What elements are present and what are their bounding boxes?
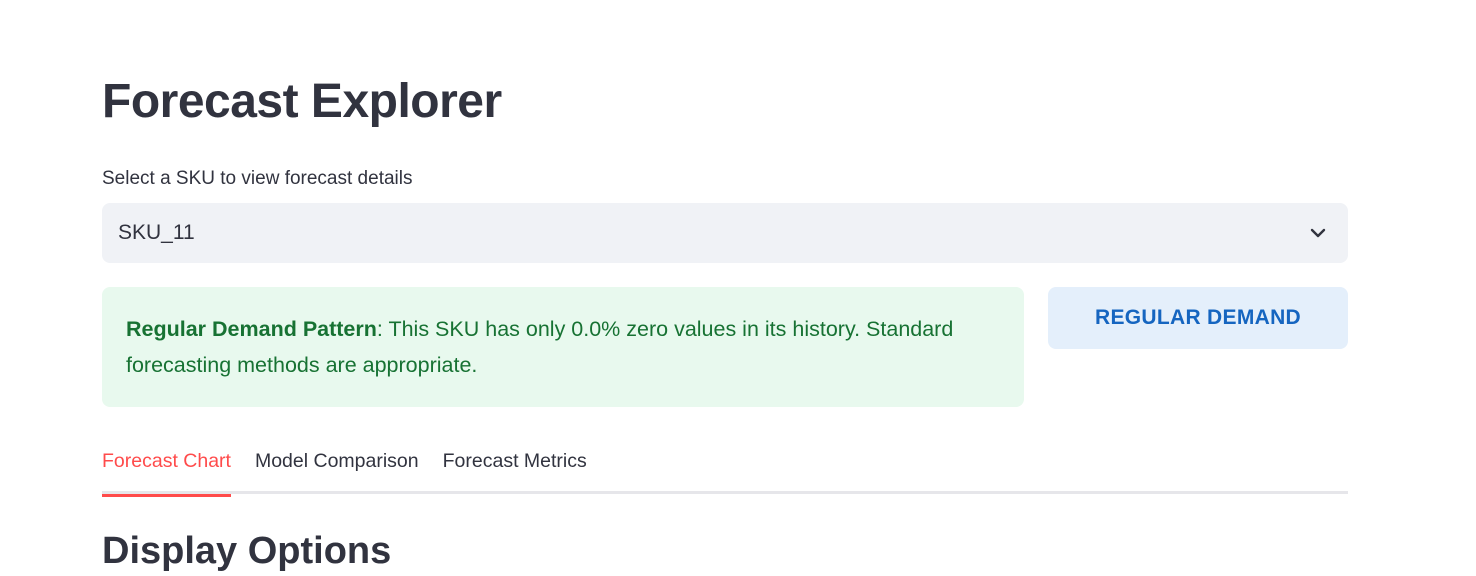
chevron-down-icon[interactable] <box>1304 219 1332 247</box>
tab-bar: Forecast Chart Model Comparison Forecast… <box>102 438 1348 497</box>
demand-pattern-alert: Regular Demand Pattern: This SKU has onl… <box>102 287 1024 407</box>
sku-select-value: SKU_11 <box>118 221 195 244</box>
display-options-heading: Display Options <box>102 530 392 572</box>
alert-title: Regular Demand Pattern <box>126 317 377 341</box>
page: Forecast Explorer Select a SKU to view f… <box>0 0 1476 576</box>
page-title: Forecast Explorer <box>102 75 502 128</box>
sku-select-label: Select a SKU to view forecast details <box>102 168 413 189</box>
tab-forecast-metrics[interactable]: Forecast Metrics <box>443 438 587 494</box>
tab-forecast-chart[interactable]: Forecast Chart <box>102 438 231 497</box>
sku-select[interactable]: SKU_11 <box>102 203 1348 263</box>
tab-model-comparison[interactable]: Model Comparison <box>255 438 419 494</box>
demand-type-badge: REGULAR DEMAND <box>1048 287 1348 349</box>
